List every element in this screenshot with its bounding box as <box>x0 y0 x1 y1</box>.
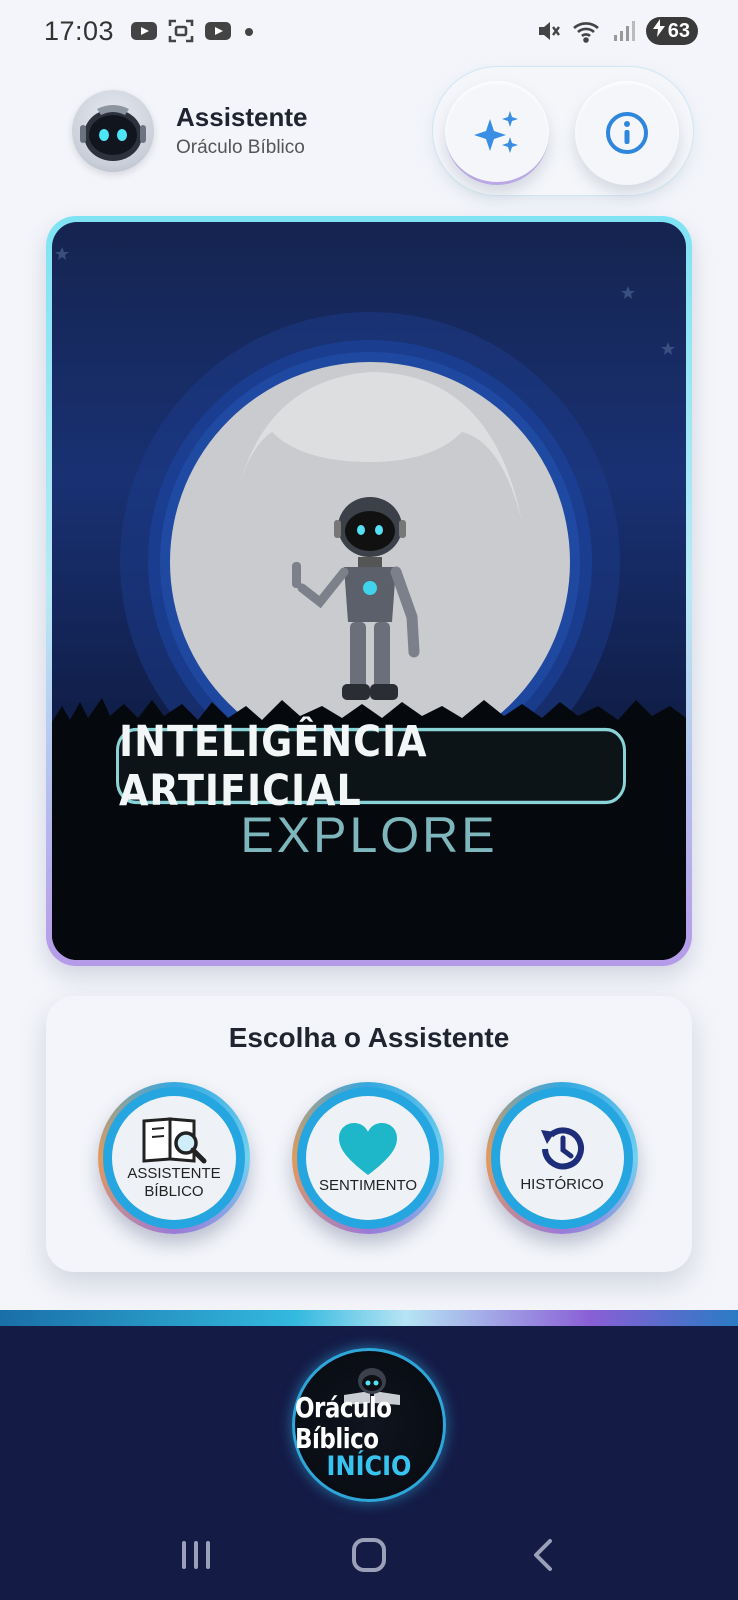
recents-icon <box>182 1541 211 1569</box>
chooser-title: Escolha o Assistente <box>228 1022 510 1053</box>
hero-badge: INTELIGÊNCIA ARTIFICIAL <box>116 717 626 815</box>
back-button[interactable] <box>512 1525 572 1585</box>
status-bar: 17:03 63 <box>0 0 738 62</box>
hero-card[interactable]: INTELIGÊNCIA ARTIFICIAL EXPLORE <box>46 216 692 966</box>
sparkle-icon <box>474 110 518 153</box>
system-nav-bar <box>0 1520 738 1590</box>
mute-icon <box>536 18 562 44</box>
sentimento-button[interactable]: SENTIMENTO <box>292 1082 444 1234</box>
assistente-biblico-button[interactable]: ASSISTENTE BÍBLICO <box>98 1082 250 1234</box>
battery-charging-icon <box>652 19 666 43</box>
signal-icon <box>612 19 636 43</box>
home-subtitle: INÍCIO <box>326 1450 412 1482</box>
historico-label: HISTÓRICO <box>520 1176 604 1193</box>
battery-level: 63 <box>667 19 690 42</box>
historico-button[interactable]: HISTÓRICO <box>486 1082 638 1234</box>
youtube-icon <box>204 20 232 42</box>
status-time: 17:03 <box>44 15 115 46</box>
sentimento-label: SENTIMENTO <box>318 1177 418 1194</box>
battery-indicator: 63 <box>645 17 698 45</box>
header-actions <box>432 66 694 196</box>
star-icon <box>55 247 69 260</box>
header-subtitle: Oráculo Bíblico <box>176 137 305 158</box>
assistente-biblico-label-2: BÍBLICO <box>144 1183 204 1200</box>
header: Assistente Oráculo Bíblico <box>64 66 694 198</box>
home-nav-button[interactable] <box>339 1525 399 1585</box>
home-nav-icon <box>351 1538 386 1572</box>
star-icon <box>621 286 635 299</box>
assistente-biblico-label-1: ASSISTENTE <box>127 1165 221 1182</box>
youtube-icon <box>130 20 158 42</box>
assistant-chooser-card: Escolha o Assistente ASSISTENTE BÍBLICO … <box>46 996 692 1272</box>
dot-icon <box>242 24 256 38</box>
robot-icon <box>80 105 146 161</box>
header-title: Assistente <box>176 102 308 132</box>
home-button[interactable]: Oráculo Bíblico INÍCIO <box>292 1348 446 1502</box>
hero-explore-text: EXPLORE <box>240 807 498 863</box>
info-button[interactable] <box>575 81 679 185</box>
heart-icon <box>339 1123 397 1175</box>
bottom-accent-strip <box>0 1310 738 1326</box>
avatar[interactable] <box>72 90 154 172</box>
info-icon <box>606 112 648 154</box>
sparkle-button[interactable] <box>445 81 549 185</box>
screenshot-icon <box>168 18 194 44</box>
star-icon <box>661 342 675 355</box>
wifi-icon <box>572 19 602 43</box>
hero-image: INTELIGÊNCIA ARTIFICIAL EXPLORE <box>52 222 686 960</box>
book-search-icon <box>142 1117 207 1164</box>
home-title: Oráculo Bíblico <box>295 1392 392 1456</box>
history-icon <box>541 1127 584 1170</box>
back-icon <box>533 1539 552 1571</box>
recents-button[interactable] <box>166 1525 226 1585</box>
